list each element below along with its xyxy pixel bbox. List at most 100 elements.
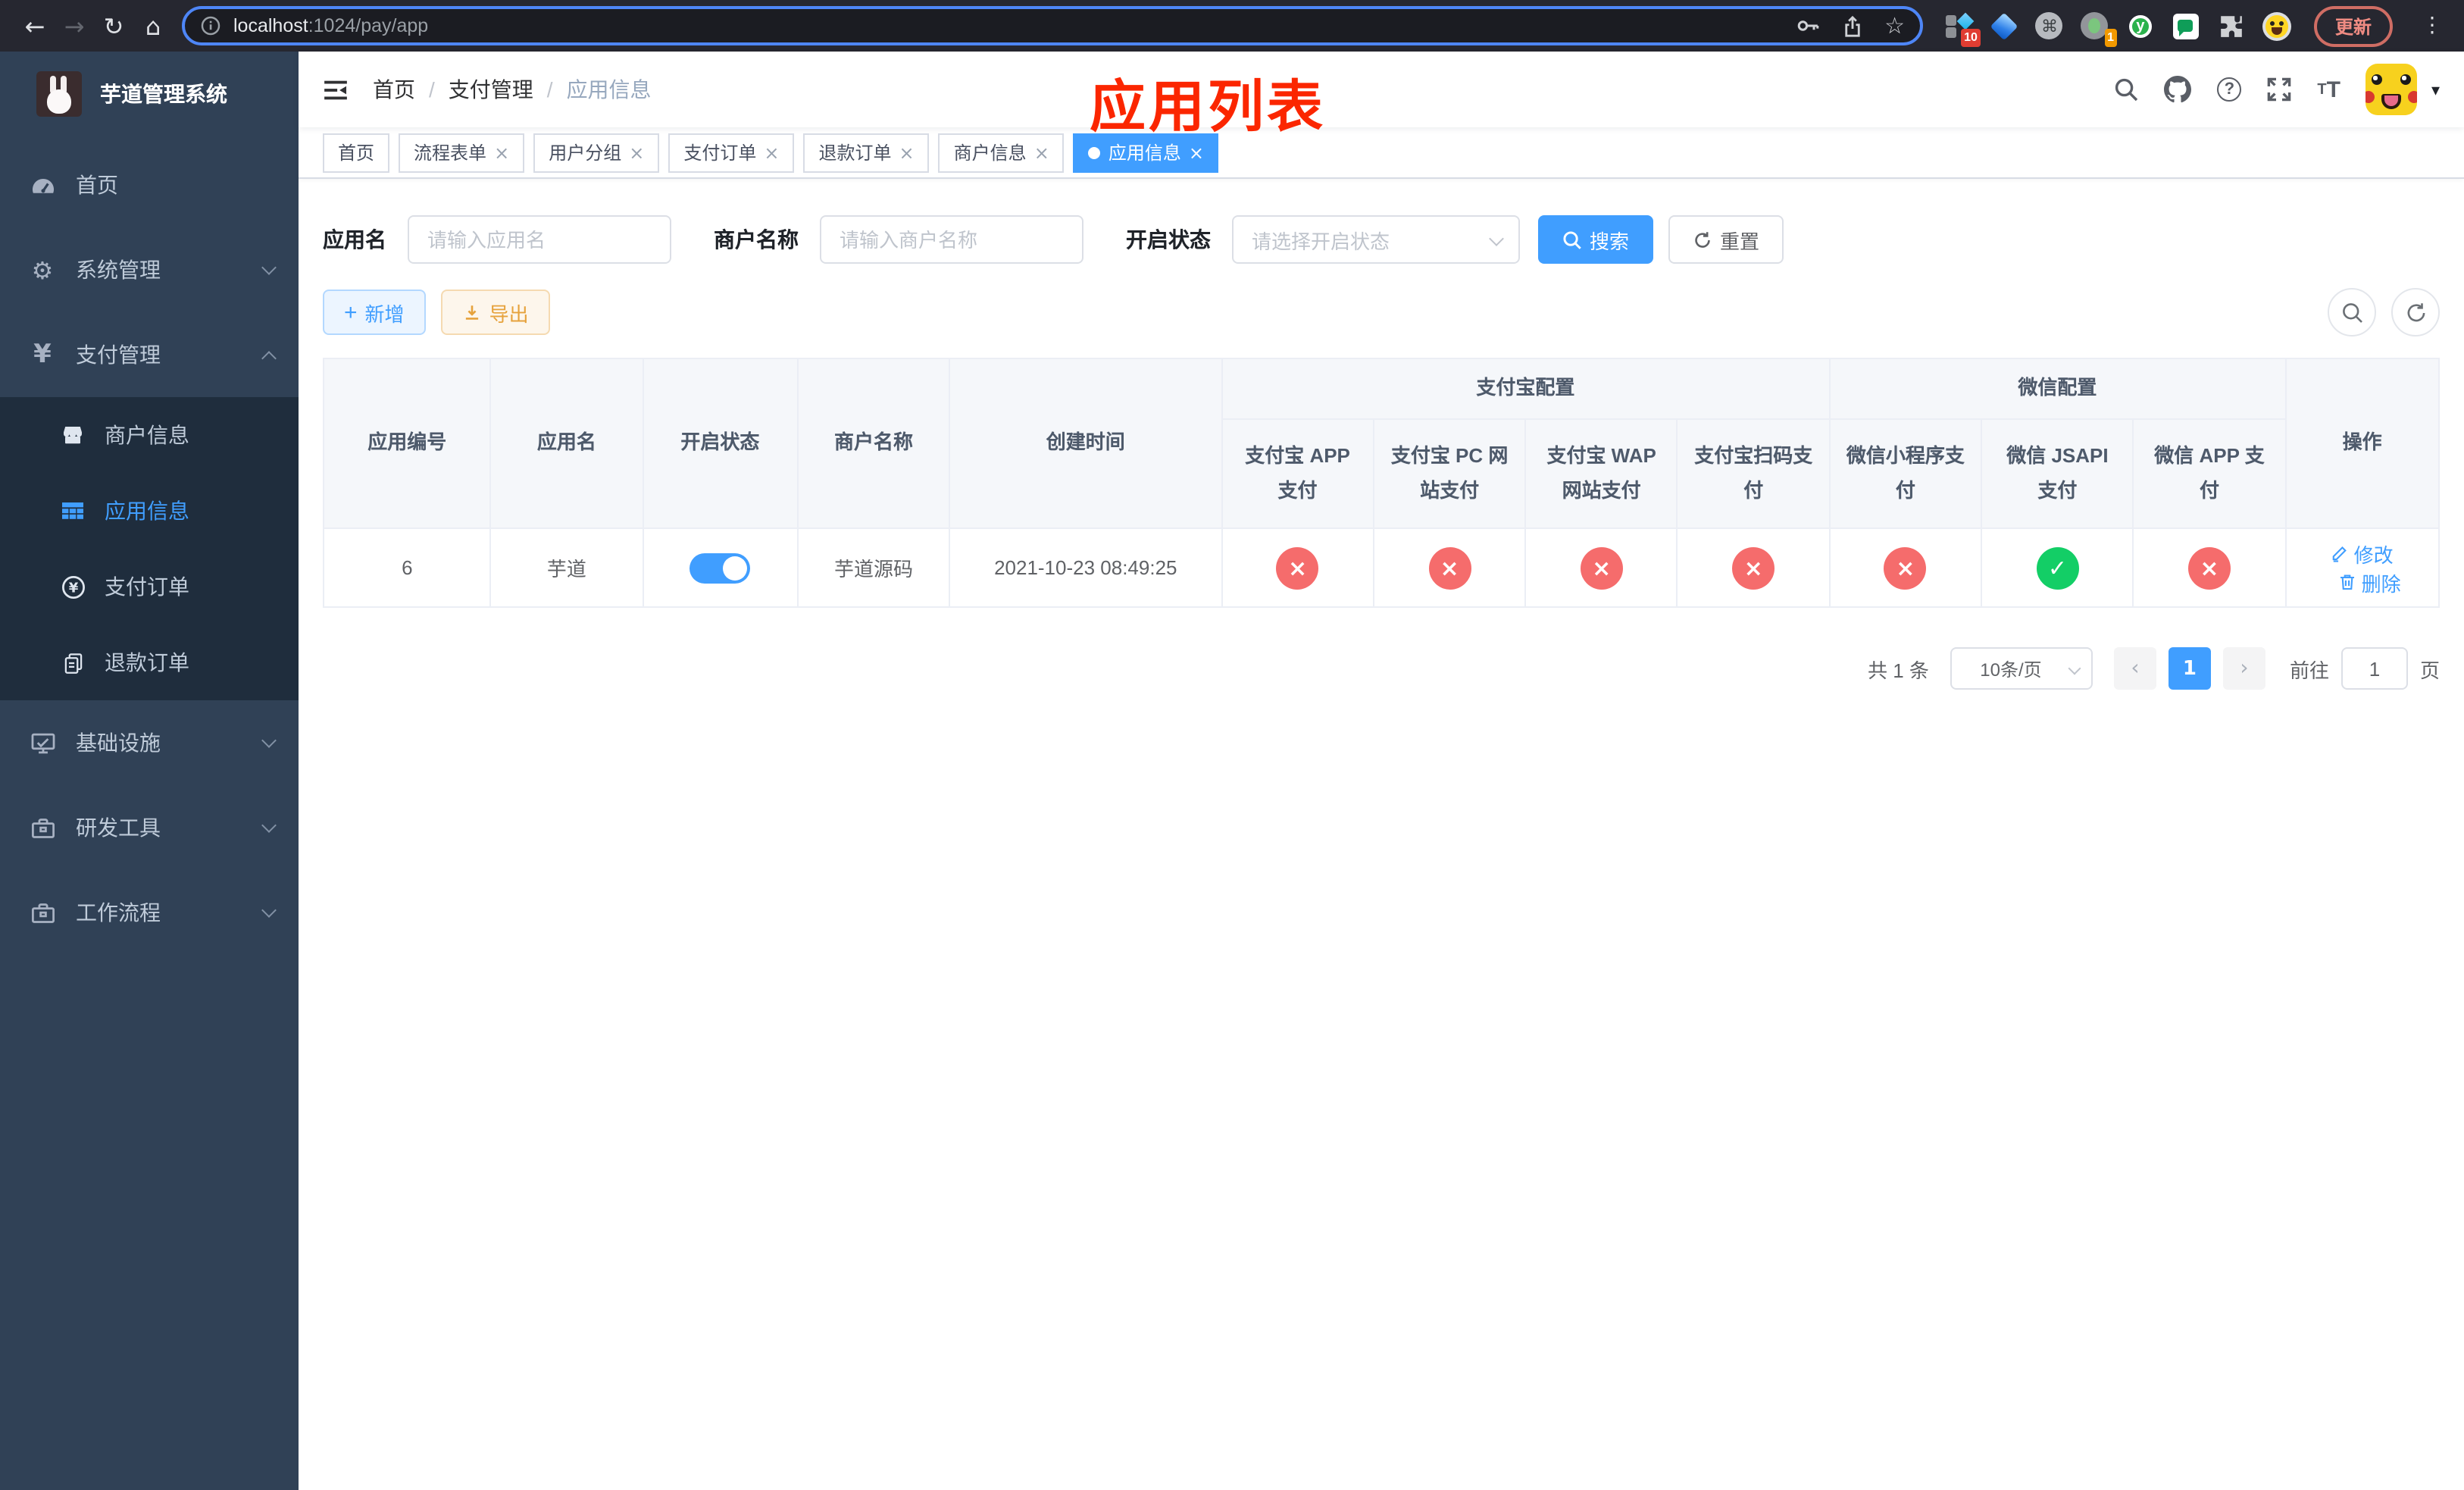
col-merchant: 商户名称 xyxy=(796,358,951,529)
tab-merchant-info[interactable]: 商户信息 × xyxy=(938,133,1065,172)
browser-back-icon[interactable]: ← xyxy=(15,11,55,40)
sidebar-item-pay-order[interactable]: ¥ 支付订单 xyxy=(0,549,299,624)
col-alipay-qr: 支付宝扫码支付 xyxy=(1676,418,1831,529)
bookmark-star-icon[interactable]: ☆ xyxy=(1884,12,1905,39)
grid-icon xyxy=(59,499,86,523)
tab-close-icon[interactable]: × xyxy=(899,142,915,163)
refresh-icon xyxy=(2406,302,2425,321)
extension-cast-icon[interactable]: 1 xyxy=(2081,11,2117,46)
sidebar-item-payment[interactable]: ¥ 支付管理 xyxy=(0,312,299,397)
filter-merchant-name: 商户名称 xyxy=(714,215,1083,264)
extension-badge: 10 xyxy=(1961,28,1981,46)
sidebar-item-workflow[interactable]: 工作流程 xyxy=(0,870,299,955)
app-name-input[interactable] xyxy=(408,215,671,264)
merchant-name-input[interactable] xyxy=(820,215,1083,264)
sidebar: 芋道管理系统 首页 ⚙ 系统管理 ¥ 支付管理 商户信息 应用信息 ¥ 支付订单… xyxy=(0,52,299,1490)
page-number-button[interactable]: 1 xyxy=(2168,647,2211,690)
search-button[interactable]: 搜索 xyxy=(1538,215,1654,264)
prev-page-button[interactable]: ‹ xyxy=(2113,647,2156,690)
add-button[interactable]: + 新增 xyxy=(323,290,426,335)
url-text[interactable]: localhost:1024/pay/app xyxy=(233,15,428,36)
font-size-icon[interactable]: TT xyxy=(2317,77,2340,102)
browser-menu-icon[interactable]: ⋮ xyxy=(2409,14,2449,38)
address-bar-actions: ☆ xyxy=(1795,12,1905,39)
extensions-area: 10 ⌘ 1 y 更新 ⋮ xyxy=(1938,5,2449,46)
status-toggle[interactable] xyxy=(689,552,751,583)
cell-actions: 修改 删除 xyxy=(2284,527,2441,608)
extension-y-icon[interactable]: y xyxy=(2126,11,2155,40)
gear-icon: ⚙ xyxy=(31,255,54,284)
sidebar-item-refund-order[interactable]: 退款订单 xyxy=(0,624,299,700)
sidebar-logo[interactable]: 芋道管理系统 xyxy=(0,52,299,136)
extensions-puzzle-icon[interactable] xyxy=(2217,11,2246,40)
navbar: 首页 / 支付管理 / 应用信息 应用列表 ? T T ▾ xyxy=(299,52,2464,138)
tab-close-icon[interactable]: × xyxy=(629,142,644,163)
tab-home[interactable]: 首页 xyxy=(323,133,390,172)
tab-user-group[interactable]: 用户分组 × xyxy=(533,133,660,172)
sidebar-item-label: 支付订单 xyxy=(105,574,189,599)
page-unit-label: 页 xyxy=(2419,659,2440,681)
sidebar-item-merchant-info[interactable]: 商户信息 xyxy=(0,397,299,473)
tab-close-icon[interactable]: × xyxy=(1034,142,1049,163)
goto-page-input[interactable] xyxy=(2340,647,2408,690)
table-settings xyxy=(2328,288,2440,337)
refresh-table-button[interactable] xyxy=(2391,288,2440,337)
user-avatar[interactable] xyxy=(2366,64,2418,115)
chevron-down-icon xyxy=(261,260,277,275)
github-icon[interactable] xyxy=(2164,76,2192,103)
browser-update-button[interactable]: 更新 xyxy=(2313,5,2393,46)
tab-label: 应用信息 xyxy=(1108,142,1181,164)
success-status-icon: ✓ xyxy=(2036,546,2079,589)
share-icon[interactable] xyxy=(1840,14,1863,37)
sidebar-item-app-info[interactable]: 应用信息 xyxy=(0,473,299,549)
tab-process-form[interactable]: 流程表单 × xyxy=(399,133,525,172)
extension-gem-icon[interactable] xyxy=(1990,11,2018,40)
sidebar-collapse-icon[interactable] xyxy=(323,77,349,102)
toolbox-icon xyxy=(29,815,56,840)
col-wechat-app: 微信 APP 支付 xyxy=(2132,418,2287,529)
status-select[interactable]: 请选择开启状态 xyxy=(1232,215,1520,264)
site-info-icon[interactable] xyxy=(200,15,221,36)
extension-command-icon[interactable]: ⌘ xyxy=(2035,11,2064,40)
help-icon[interactable]: ? xyxy=(2217,77,2242,102)
delete-link[interactable]: 删除 xyxy=(2339,568,2401,596)
tab-label: 支付订单 xyxy=(683,142,757,164)
breadcrumb-payment[interactable]: 支付管理 xyxy=(449,74,533,105)
edit-link[interactable]: 修改 xyxy=(2331,539,2394,568)
tab-label: 退款订单 xyxy=(818,142,892,164)
page-size-select[interactable]: 10条/页 xyxy=(1950,647,2093,690)
browser-forward-icon[interactable]: → xyxy=(55,11,94,40)
tab-refund-order[interactable]: 退款订单 × xyxy=(803,133,930,172)
cell-wechat-jsapi: ✓ xyxy=(1981,527,2134,608)
browser-home-icon[interactable]: ⌂ xyxy=(133,11,173,40)
show-search-toggle-button[interactable] xyxy=(2328,288,2376,337)
tab-close-icon[interactable]: × xyxy=(764,142,779,163)
reset-button[interactable]: 重置 xyxy=(1668,215,1784,264)
header-search-icon[interactable] xyxy=(2114,77,2138,102)
profile-avatar-icon[interactable] xyxy=(2262,11,2291,40)
next-page-button[interactable]: › xyxy=(2222,647,2265,690)
address-bar[interactable]: localhost:1024/pay/app ☆ xyxy=(182,6,1923,45)
password-key-icon[interactable] xyxy=(1795,14,1819,38)
sidebar-item-home[interactable]: 首页 xyxy=(0,142,299,227)
chevron-down-icon xyxy=(2068,662,2081,675)
table-row: 6 芋道 芋道源码 2021-10-23 08:49:25 × × × × × … xyxy=(322,527,2441,608)
sidebar-item-dev-tools[interactable]: 研发工具 xyxy=(0,785,299,870)
export-button[interactable]: 导出 xyxy=(440,290,550,335)
fullscreen-icon[interactable] xyxy=(2267,77,2291,102)
browser-reload-icon[interactable]: ↻ xyxy=(94,11,133,40)
tab-close-icon[interactable]: × xyxy=(494,142,509,163)
avatar-caret-icon[interactable]: ▾ xyxy=(2431,80,2440,99)
cell-merchant: 芋道源码 xyxy=(796,527,951,608)
tab-pay-order[interactable]: 支付订单 × xyxy=(668,133,795,172)
fail-status-icon: × xyxy=(1884,546,1927,589)
extension-grid-icon[interactable]: 10 xyxy=(1944,11,1981,46)
navbar-actions: ? TT ▾ xyxy=(2114,64,2440,115)
sidebar-item-system[interactable]: ⚙ 系统管理 xyxy=(0,227,299,312)
extension-chat-icon[interactable] xyxy=(2172,11,2200,40)
breadcrumb-home[interactable]: 首页 xyxy=(373,74,415,105)
tab-close-icon[interactable]: × xyxy=(1189,142,1204,163)
col-alipay-pc: 支付宝 PC 网站支付 xyxy=(1372,418,1527,529)
app-title: 芋道管理系统 xyxy=(100,82,227,106)
sidebar-item-infrastructure[interactable]: 基础设施 xyxy=(0,700,299,785)
